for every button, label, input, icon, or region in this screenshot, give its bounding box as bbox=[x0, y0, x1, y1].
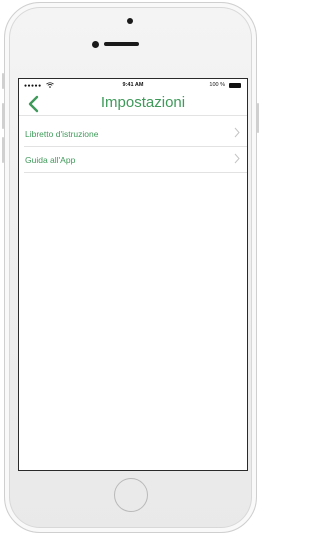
battery-icon bbox=[229, 83, 241, 88]
list-item-app-guide[interactable]: Guida all'App bbox=[19, 147, 247, 173]
home-button[interactable] bbox=[114, 478, 148, 512]
front-camera bbox=[92, 41, 99, 48]
settings-list: Libretto d'istruzione Guida all'App bbox=[19, 121, 247, 173]
page-title: Impostazioni bbox=[100, 94, 186, 111]
volume-down-button bbox=[2, 137, 4, 163]
list-item-label: Guida all'App bbox=[25, 155, 76, 165]
chevron-right-icon bbox=[234, 127, 240, 138]
battery-percentage: 100 % bbox=[209, 82, 225, 88]
app-screen: ●●●●● 9:41 AM 100 % Impostazioni Librett… bbox=[18, 78, 248, 471]
chevron-right-icon bbox=[234, 153, 240, 164]
status-bar: ●●●●● 9:41 AM 100 % bbox=[19, 79, 247, 91]
back-button[interactable] bbox=[25, 92, 45, 114]
front-sensor bbox=[127, 18, 133, 24]
earpiece-speaker bbox=[104, 42, 139, 46]
mute-switch bbox=[2, 73, 4, 89]
power-button bbox=[257, 103, 259, 133]
volume-up-button bbox=[2, 103, 4, 129]
navigation-bar: Impostazioni bbox=[19, 91, 247, 116]
list-item-label: Libretto d'istruzione bbox=[25, 129, 99, 139]
list-item-manual[interactable]: Libretto d'istruzione bbox=[19, 121, 247, 147]
chevron-left-icon bbox=[28, 95, 39, 113]
